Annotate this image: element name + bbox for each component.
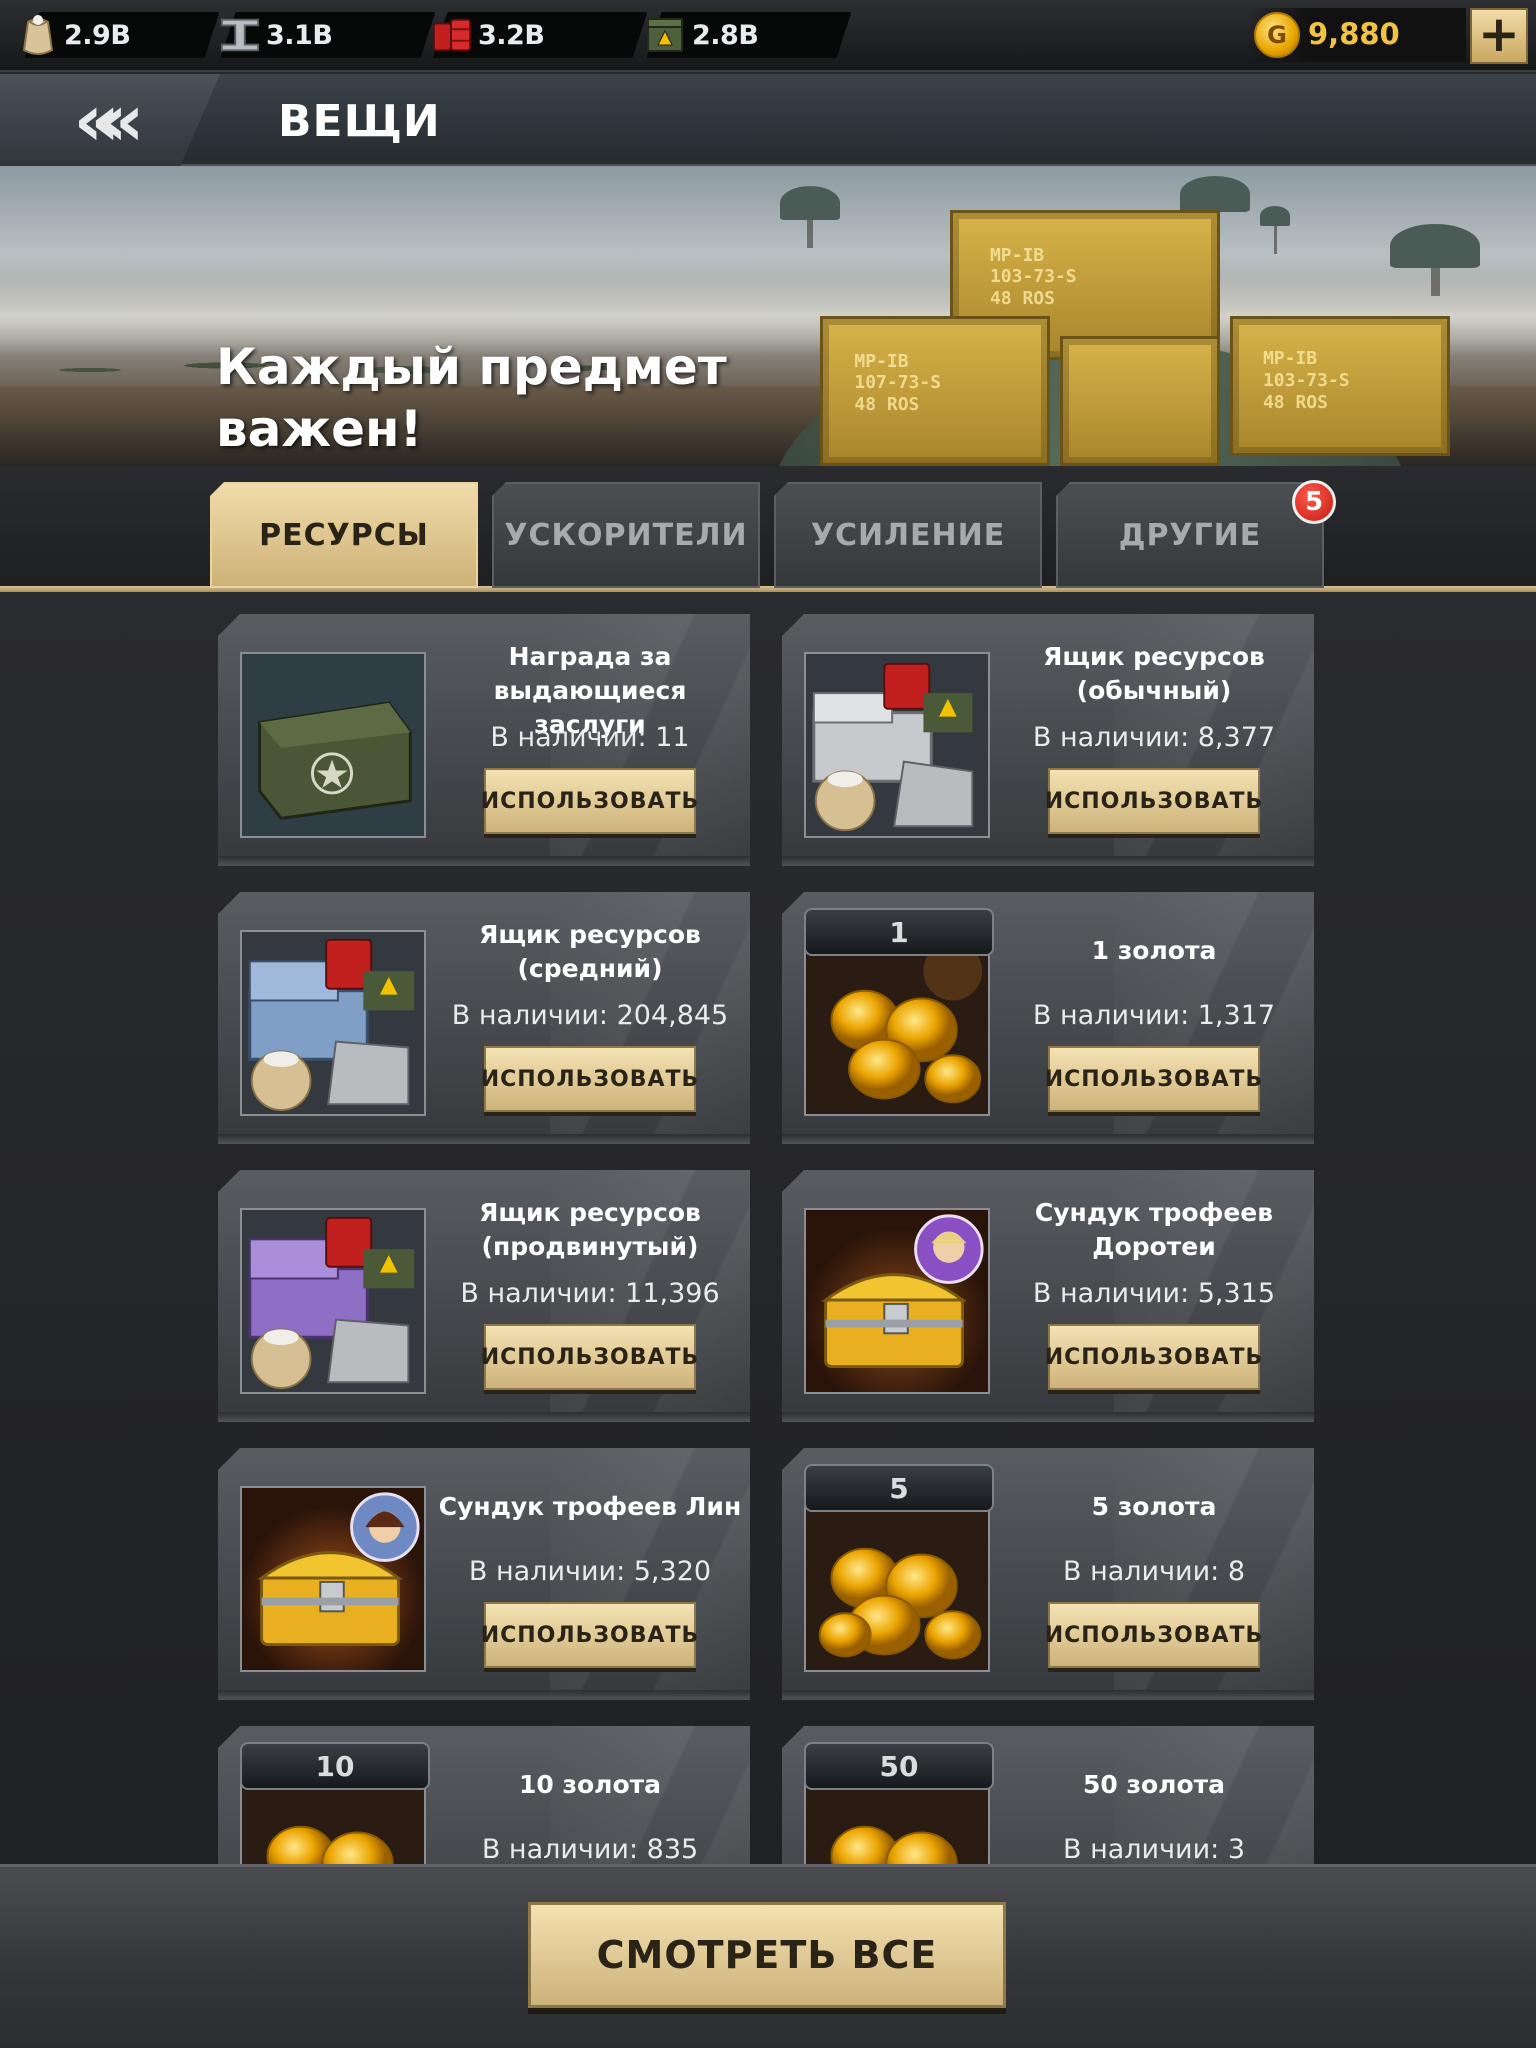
quantity-tag: 10 xyxy=(240,1742,430,1790)
resource-value: 2.9B xyxy=(64,19,131,51)
gold-coins-icon xyxy=(804,930,990,1116)
gold-value: 9,880 xyxy=(1308,17,1400,51)
item-count: В наличии: 11,396 xyxy=(460,1278,720,1309)
item-name: Ящик ресурсов (средний) xyxy=(479,920,701,983)
food-sack-icon xyxy=(16,13,60,57)
item-count: В наличии: 5,315 xyxy=(1032,1278,1276,1309)
item-card: 1 1 золота В наличии: 1,317 ИСПОЛЬЗОВАТЬ xyxy=(782,892,1314,1144)
item-card: 50 50 золота В наличии: 3 ИСПОЛЬЗОВАТЬ xyxy=(782,1726,1314,1864)
use-button[interactable]: ИСПОЛЬЗОВАТЬ xyxy=(481,1324,698,1390)
banner-slogan: Каждый предмет важен! xyxy=(216,338,727,458)
quantity-tag: 5 xyxy=(804,1464,994,1512)
item-card: 5 5 золота В наличии: 8 ИСПОЛЬЗОВАТЬ xyxy=(782,1448,1314,1700)
ammo-box-icon xyxy=(644,13,688,57)
tab-speedups[interactable]: УСКОРИТЕЛИ xyxy=(492,482,760,588)
item-card: Ящик ресурсов (средний) В наличии: 204,8… xyxy=(218,892,750,1144)
use-button[interactable]: ИСПОЛЬЗОВАТЬ xyxy=(1045,768,1262,834)
oil-barrel-icon xyxy=(430,13,474,57)
item-name: 5 золота xyxy=(1091,1492,1217,1521)
parachute-icon xyxy=(1180,176,1250,240)
military-crate-icon xyxy=(240,652,426,838)
resource-value: 2.8B xyxy=(692,19,759,51)
item-count: В наличии: 5,320 xyxy=(468,1556,712,1587)
buy-gold-button[interactable]: + xyxy=(1470,8,1528,64)
page-title: ВЕЩИ xyxy=(278,96,441,147)
back-button[interactable]: «« xyxy=(58,84,144,156)
resource-value: 3.2B xyxy=(478,19,545,51)
resource-food[interactable]: 2.9B xyxy=(16,12,220,58)
use-button[interactable]: ИСПОЛЬЗОВАТЬ xyxy=(481,768,698,834)
see-all-button[interactable]: СМОТРЕТЬ ВСЕ xyxy=(528,1902,1006,2008)
tab-boosts[interactable]: УСИЛЕНИЕ xyxy=(774,482,1042,588)
item-card: Ящик ресурсов (продвинутый) В наличии: 1… xyxy=(218,1170,750,1422)
item-count: В наличии: 8 xyxy=(1062,1556,1245,1587)
resource-crate-common-icon xyxy=(804,652,990,838)
use-button[interactable]: ИСПОЛЬЗОВАТЬ xyxy=(1045,1324,1262,1390)
item-count: В наличии: 3 xyxy=(1062,1834,1245,1864)
item-count: В наличии: 8,377 xyxy=(1032,722,1276,753)
items-screen: 2.9B 3.1B 3.2B 2.8B G 9,880 + « « ВЕЩИ M… xyxy=(0,0,1536,2048)
item-count: В наличии: 835 xyxy=(481,1834,699,1864)
plus-icon: + xyxy=(1478,5,1520,63)
parachute-icon xyxy=(780,186,840,248)
item-card: 10 10 золота В наличии: 835 ИСПОЛЬЗОВАТЬ xyxy=(218,1726,750,1864)
double-chevron-left-icon: « xyxy=(73,78,119,162)
ammo-crate-image xyxy=(1060,336,1220,466)
item-name: 50 золота xyxy=(1082,1770,1226,1799)
item-card: Сундук трофеев Лин В наличии: 5,320 ИСПО… xyxy=(218,1448,750,1700)
resource-ammo[interactable]: 2.8B xyxy=(644,12,852,58)
item-name: Сундук трофеев Лин xyxy=(438,1492,742,1521)
item-name: 10 золота xyxy=(518,1770,662,1799)
use-button[interactable]: ИСПОЛЬЗОВАТЬ xyxy=(1045,1046,1262,1112)
item-count: В наличии: 11 xyxy=(490,722,690,753)
item-count: В наличии: 204,845 xyxy=(451,1000,729,1031)
gold-coin-icon: G xyxy=(1254,12,1300,58)
resource-steel[interactable]: 3.1B xyxy=(218,12,436,58)
ammo-crate-image: MP-IB 103-73-S 48 ROS xyxy=(1230,316,1450,456)
item-count: В наличии: 1,317 xyxy=(1032,1000,1276,1031)
use-button[interactable]: ИСПОЛЬЗОВАТЬ xyxy=(481,1602,698,1668)
item-name: 1 золота xyxy=(1091,936,1217,965)
resource-oil[interactable]: 3.2B xyxy=(430,12,648,58)
item-grid: Награда за выдающиеся заслуги В наличии:… xyxy=(0,592,1536,1864)
trophy-chest-lin-icon xyxy=(240,1486,426,1672)
item-name: Сундук трофеев Доротеи xyxy=(1034,1198,1274,1261)
parachute-icon xyxy=(1260,206,1290,254)
use-button[interactable]: ИСПОЛЬЗОВАТЬ xyxy=(481,1046,698,1112)
header-bar xyxy=(0,74,1536,166)
item-card: Сундук трофеев Доротеи В наличии: 5,315 … xyxy=(782,1170,1314,1422)
resource-value: 3.1B xyxy=(266,19,333,51)
resource-crate-advanced-icon xyxy=(240,1208,426,1394)
item-name: Ящик ресурсов (обычный) xyxy=(1043,642,1265,705)
item-name: Ящик ресурсов (продвинутый) xyxy=(479,1198,701,1261)
notification-badge: 5 xyxy=(1292,480,1336,524)
gold-coins-icon xyxy=(804,1486,990,1672)
parachute-icon xyxy=(1390,224,1480,296)
quantity-tag: 50 xyxy=(804,1742,994,1790)
quantity-tag: 1 xyxy=(804,908,994,956)
trophy-chest-dorothea-icon xyxy=(804,1208,990,1394)
use-button[interactable]: ИСПОЛЬЗОВАТЬ xyxy=(1045,1602,1262,1668)
ammo-crate-image: MP-IB 107-73-S 48 ROS xyxy=(820,316,1050,466)
tab-resources[interactable]: РЕСУРСЫ xyxy=(210,482,478,588)
tab-other[interactable]: ДРУГИЕ xyxy=(1056,482,1324,588)
steel-beam-icon xyxy=(218,13,262,57)
item-card: Ящик ресурсов (обычный) В наличии: 8,377… xyxy=(782,614,1314,866)
resource-crate-medium-icon xyxy=(240,930,426,1116)
resource-bar: 2.9B 3.1B 3.2B 2.8B G 9,880 + xyxy=(0,0,1536,72)
item-card: Награда за выдающиеся заслуги В наличии:… xyxy=(218,614,750,866)
